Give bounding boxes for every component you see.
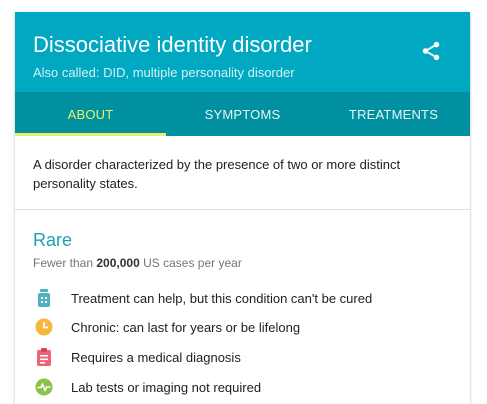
rarity-suffix: US cases per year [143, 256, 242, 270]
rarity-count: 200,000 [96, 256, 140, 270]
fact-text: Chronic: can last for years or be lifelo… [71, 319, 301, 335]
fact-item: Chronic: can last for years or be lifelo… [35, 315, 455, 339]
tab-treatments-label: TREATMENTS [348, 106, 439, 122]
condition-description: A disorder characterized by the presence… [33, 157, 401, 191]
tab-about[interactable]: ABOUT [15, 92, 166, 136]
fact-item: Requires a medical diagnosis [35, 345, 455, 369]
condition-title: Dissociative identity disorder [33, 32, 312, 57]
tab-bar: ABOUT SYMPTOMS TREATMENTS [15, 92, 470, 136]
tab-symptoms[interactable]: SYMPTOMS [167, 92, 318, 136]
condition-card: Dissociative identity disorder Also call… [15, 12, 470, 404]
fact-text: Treatment can help, but this condition c… [71, 290, 373, 306]
tab-symptoms-label: SYMPTOMS [204, 106, 281, 122]
share-icon[interactable] [420, 40, 442, 62]
fact-text: Requires a medical diagnosis [71, 349, 241, 365]
rarity-detail: Fewer than 200,000 US cases per year [33, 256, 242, 270]
clipboard-icon [35, 348, 53, 366]
fact-text: Lab tests or imaging not required [71, 379, 262, 395]
clock-icon [35, 318, 53, 336]
card-header: Dissociative identity disorder Also call… [15, 12, 470, 92]
fact-item: Treatment can help, but this condition c… [35, 286, 455, 310]
pulse-icon [35, 378, 53, 396]
tab-about-label: ABOUT [67, 106, 114, 122]
rarity-label: Rare [33, 230, 73, 250]
condition-aliases: Also called: DID, multiple personality d… [33, 65, 295, 80]
medicine-bottle-icon [35, 289, 53, 307]
rarity-prefix: Fewer than [33, 256, 94, 270]
active-tab-indicator [15, 133, 166, 136]
fact-item: Lab tests or imaging not required [35, 375, 455, 399]
tab-treatments[interactable]: TREATMENTS [318, 92, 469, 136]
divider [15, 209, 470, 210]
